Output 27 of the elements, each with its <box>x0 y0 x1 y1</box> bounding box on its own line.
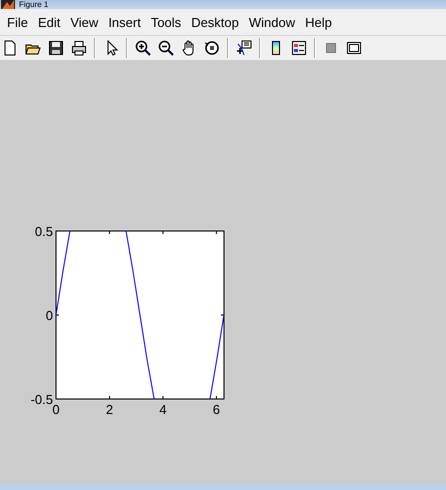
menu-item[interactable]: Desktop <box>186 14 244 30</box>
menu-item[interactable]: Help <box>300 14 337 30</box>
show-plot-tools-icon[interactable] <box>346 40 362 56</box>
app-logo-icon <box>1 0 15 9</box>
hide-plot-tools-icon[interactable] <box>323 40 339 56</box>
save-icon[interactable] <box>48 40 64 56</box>
zoom-in-icon[interactable] <box>135 40 151 56</box>
legend-icon[interactable] <box>291 40 307 56</box>
y-tick-label: 0 <box>46 308 53 323</box>
menu-item[interactable]: Insert <box>103 14 146 30</box>
new-file-icon[interactable] <box>2 40 18 56</box>
menu-item[interactable]: View <box>65 14 104 30</box>
x-tick-label: 6 <box>212 402 220 417</box>
window-title: Figure 1 <box>19 0 48 9</box>
menu-item[interactable]: Tools <box>146 14 186 30</box>
menu-item[interactable]: Window <box>244 14 300 30</box>
rotate-icon[interactable] <box>204 40 220 56</box>
y-tick-label: -0.5 <box>30 392 53 407</box>
x-tick-label: 0 <box>52 402 60 417</box>
y-tick-label: 0.5 <box>34 224 53 239</box>
zoom-out-icon[interactable] <box>158 40 174 56</box>
x-tick-label: 2 <box>106 402 114 417</box>
menu-item[interactable]: File <box>2 14 33 30</box>
print-icon[interactable] <box>71 40 87 56</box>
menu-item[interactable]: Edit <box>32 14 66 30</box>
data-cursor-icon[interactable] <box>236 40 252 56</box>
x-tick-label: 4 <box>159 402 167 417</box>
